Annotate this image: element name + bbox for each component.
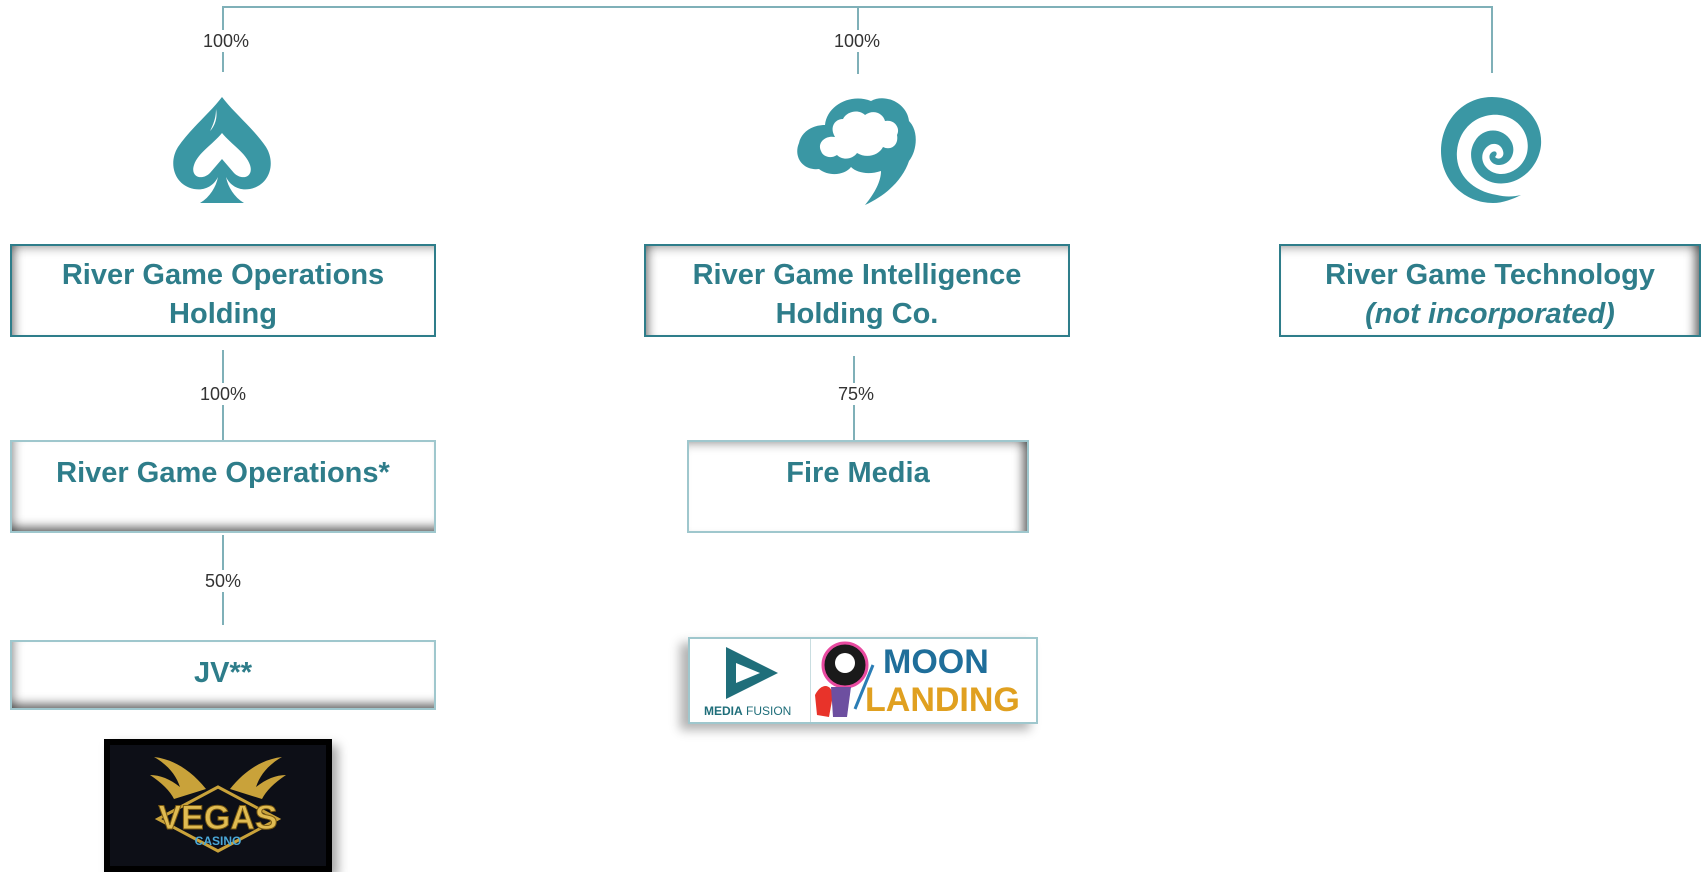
- ownership-label-fire-media: 75%: [835, 383, 877, 405]
- connector-right-top: [1491, 6, 1493, 73]
- ownership-label-intel-holding: 100%: [831, 30, 883, 52]
- ownership-label-jv: 50%: [202, 570, 244, 592]
- spade-icon: [173, 97, 271, 203]
- entity-name-operations-holding-line1: River Game Operations: [61, 259, 385, 291]
- moonlanding-logo: MOON LANDING: [811, 639, 1036, 722]
- entity-box-operations-holding: River Game Operations Holding: [10, 244, 436, 337]
- moonlanding-logo-bottom: LANDING: [865, 681, 1020, 719]
- entity-name-technology-line2: (not incorporated): [1365, 298, 1615, 330]
- moonlanding-logo-top: MOON: [883, 643, 989, 681]
- mediafusion-logo: MEDIA FUSION: [690, 639, 811, 722]
- ownership-label-ops-holding: 100%: [200, 30, 252, 52]
- mediafusion-logo-bold: MEDIA: [704, 704, 743, 718]
- cloud-icon: [797, 98, 916, 205]
- entity-name-jv: JV**: [193, 657, 253, 689]
- vegas-logo-subtext: CASINO: [195, 834, 242, 848]
- entity-box-fire-media: Fire Media: [687, 440, 1029, 533]
- entity-name-intelligence-holding-line2: Holding Co.: [775, 298, 939, 330]
- entity-name-operations-holding-line2: Holding: [169, 298, 277, 330]
- entity-box-jv: JV**: [10, 640, 436, 710]
- ownership-label-ops: 100%: [197, 383, 249, 405]
- entity-box-intelligence-holding: River Game Intelligence Holding Co.: [644, 244, 1070, 337]
- entity-name-intelligence-holding-line1: River Game Intelligence: [692, 259, 1022, 291]
- entity-name-technology-line1: River Game Technology: [1325, 259, 1655, 291]
- entity-box-operations: River Game Operations*: [10, 440, 436, 533]
- vegas-casino-logo: VEGAS CASINO: [104, 739, 332, 872]
- entity-name-operations: River Game Operations*: [56, 457, 390, 489]
- entity-box-technology: River Game Technology (not incorporated): [1279, 244, 1701, 337]
- spiral-icon: [1441, 97, 1542, 203]
- media-logos-panel: MEDIA FUSION MOON LANDING: [688, 637, 1038, 724]
- mediafusion-logo-rest: FUSION: [746, 704, 791, 718]
- entity-name-fire-media: Fire Media: [786, 457, 930, 489]
- vegas-logo-text: VEGAS: [158, 799, 277, 837]
